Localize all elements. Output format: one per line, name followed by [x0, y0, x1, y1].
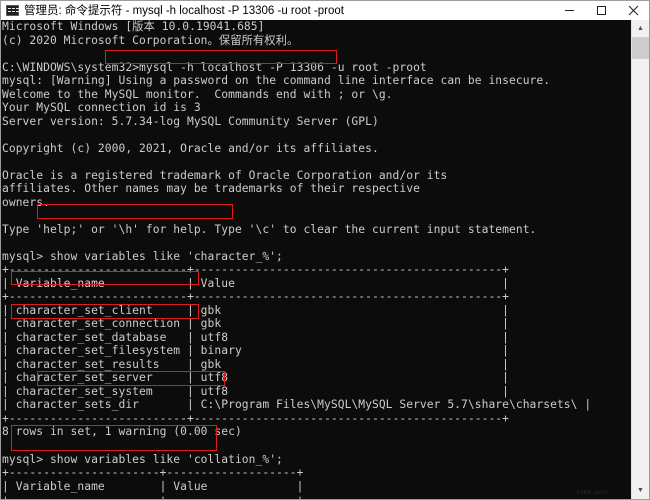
console-line: (c) 2020 Microsoft Corporation。保留所有权利。 — [2, 33, 299, 47]
scrollbar-thumb[interactable] — [632, 37, 649, 59]
console-line: 8 rows in set, 1 warning (0.00 sec) — [2, 425, 242, 439]
console-line: +--------------------------+------------… — [2, 263, 509, 277]
console-line: | Variable_name | Value | — [2, 479, 304, 493]
console-line: | character_set_server | utf8 | — [2, 371, 509, 385]
console-line: Copyright (c) 2000, 2021, Oracle and/or … — [2, 141, 379, 155]
close-button[interactable] — [617, 1, 649, 20]
console-line: | character_set_system | utf8 | — [2, 384, 509, 398]
console-line: mysql: [Warning] Using a password on the… — [2, 74, 551, 88]
scroll-up-arrow-icon[interactable]: ▲ — [632, 20, 649, 37]
cmd-window: 管理员: 命令提示符 - mysql -h localhost -P 13306… — [0, 0, 650, 500]
console-line: +--------------------------+------------… — [2, 411, 509, 425]
title-bar[interactable]: 管理员: 命令提示符 - mysql -h localhost -P 13306… — [1, 1, 649, 20]
minimize-button[interactable] — [553, 1, 585, 20]
watermark: CSDN @sht — [576, 490, 609, 496]
console-line: Microsoft Windows [版本 10.0.19041.685] — [2, 20, 265, 33]
console-line: Oracle is a registered trademark of Orac… — [2, 168, 448, 182]
console-line: affiliates. Other names may be trademark… — [2, 182, 420, 196]
console-line: | character_sets_dir | C:\Program Files\… — [2, 398, 592, 412]
console-line: Server version: 5.7.34-log MySQL Communi… — [2, 114, 379, 128]
console-line: | character_set_connection | gbk | — [2, 317, 509, 331]
window-controls — [553, 1, 649, 20]
console-line: C:\WINDOWS\system32>mysql -h localhost -… — [2, 60, 427, 74]
console-line: owners. — [2, 195, 50, 209]
console-line: | Variable_name | Value | — [2, 276, 509, 290]
maximize-button[interactable] — [585, 1, 617, 20]
console-output-area[interactable]: Microsoft Windows [版本 10.0.19041.685] (c)… — [1, 20, 631, 499]
console-line: +----------------------+----------------… — [2, 493, 591, 499]
console-line: +--------------------------+------------… — [2, 290, 509, 304]
console-line: | character_set_results | gbk | — [2, 357, 509, 371]
console-line: | character_set_client | gbk | — [2, 303, 509, 317]
console-text: Microsoft Windows [版本 10.0.19041.685] (c)… — [2, 20, 591, 499]
console-line: mysql> show variables like 'collation_%'… — [2, 452, 283, 466]
console-icon — [6, 4, 19, 16]
console-scrollbar[interactable]: ▲ ▼ — [631, 20, 649, 499]
console-line: | character_set_filesystem | binary | — [2, 344, 509, 358]
console-line: Type 'help;' or '\h' for help. Type '\c'… — [2, 222, 537, 236]
console-line: +----------------------+----------------… — [2, 466, 304, 480]
scroll-down-arrow-icon[interactable]: ▼ — [632, 482, 649, 499]
console-line: Your MySQL connection id is 3 — [2, 101, 201, 115]
console-line: mysql> show variables like 'character_%'… — [2, 249, 283, 263]
window-title: 管理员: 命令提示符 - mysql -h localhost -P 13306… — [24, 5, 344, 17]
console-line: Welcome to the MySQL monitor. Commands e… — [2, 87, 393, 101]
console-line: | character_set_database | utf8 | — [2, 330, 509, 344]
